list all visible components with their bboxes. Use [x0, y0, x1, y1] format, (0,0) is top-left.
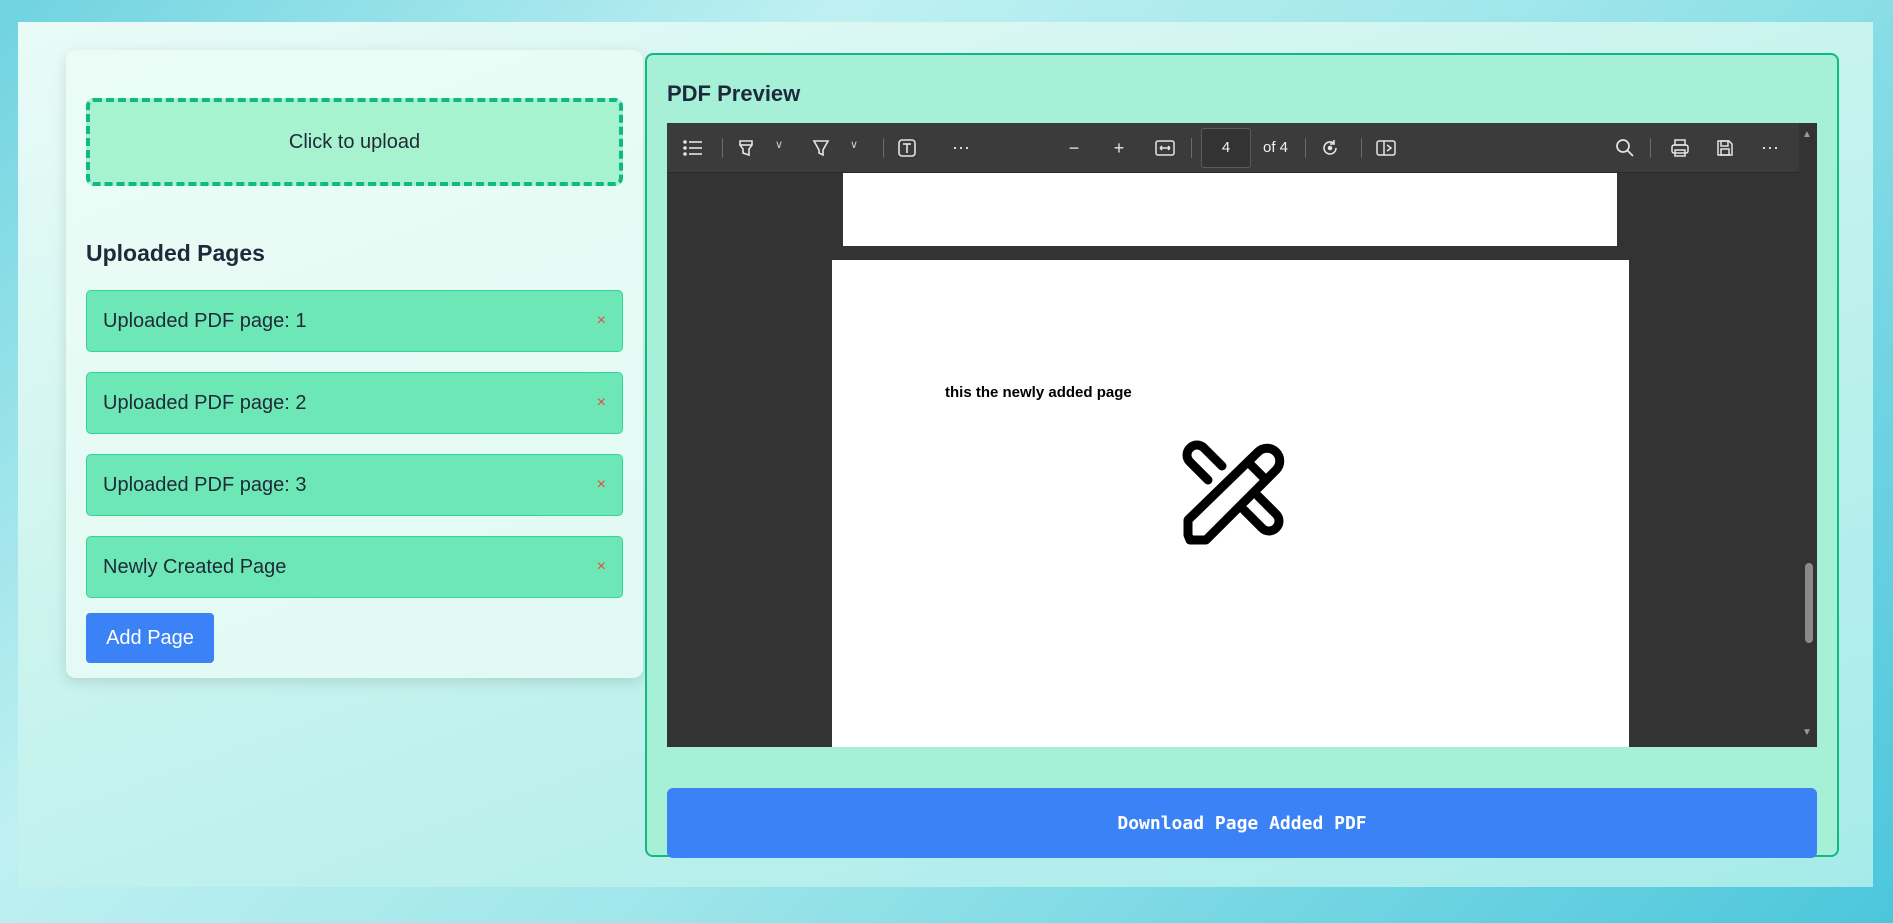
scroll-down-icon[interactable]: ▼	[1802, 727, 1812, 738]
two-page-view-icon[interactable]	[1374, 136, 1398, 160]
pdf-preview-panel: PDF Preview ∨ ∨ ⋯ − + 4 of 4 ⋯ this the …	[645, 53, 1839, 858]
search-icon[interactable]	[1613, 136, 1637, 160]
remove-page-icon[interactable]: ×	[597, 312, 606, 330]
more-tools-icon[interactable]: ⋯	[949, 136, 973, 160]
upload-panel: Click to upload Uploaded Pages Uploaded …	[66, 50, 643, 678]
viewer-scrollbar[interactable]: ▲ ▼	[1799, 123, 1817, 747]
remove-page-icon[interactable]: ×	[597, 394, 606, 412]
highlight-icon[interactable]	[734, 136, 758, 160]
toolbar-divider	[722, 138, 723, 158]
print-icon[interactable]	[1668, 136, 1692, 160]
page-number-input[interactable]: 4	[1201, 128, 1251, 168]
contents-icon[interactable]	[681, 136, 705, 160]
upload-label: Click to upload	[288, 130, 421, 153]
pdf-page-previous	[843, 173, 1617, 246]
page-item-label: Uploaded PDF page: 2	[103, 391, 307, 414]
preview-title: PDF Preview	[667, 81, 801, 106]
page-list-item[interactable]: Uploaded PDF page: 3 ×	[86, 454, 623, 516]
add-page-button[interactable]: Add Page	[86, 613, 214, 663]
page-item-label: Uploaded PDF page: 3	[103, 473, 307, 496]
remove-page-icon[interactable]: ×	[597, 476, 606, 494]
page-list-item[interactable]: Uploaded PDF page: 1 ×	[86, 290, 623, 352]
uploaded-pages-heading: Uploaded Pages	[86, 240, 265, 266]
page-list-item[interactable]: Newly Created Page ×	[86, 536, 623, 598]
pdf-toolbar: ∨ ∨ ⋯ − + 4 of 4 ⋯	[667, 123, 1799, 173]
pdf-viewer: ∨ ∨ ⋯ − + 4 of 4 ⋯ this the newly added …	[667, 123, 1817, 747]
text-icon[interactable]	[895, 136, 919, 160]
app-stage: Click to upload Uploaded Pages Uploaded …	[18, 22, 1873, 887]
upload-dropzone[interactable]: Click to upload	[86, 98, 623, 186]
save-icon[interactable]	[1713, 136, 1737, 160]
page-item-label: Uploaded PDF page: 1	[103, 309, 307, 332]
zoom-out-icon[interactable]: −	[1062, 136, 1086, 160]
zoom-in-icon[interactable]: +	[1107, 136, 1131, 160]
page-total: of 4	[1263, 139, 1289, 156]
chevron-down-icon[interactable]: ∨	[850, 138, 858, 151]
toolbar-divider	[1361, 138, 1362, 158]
remove-page-icon[interactable]: ×	[597, 558, 606, 576]
pencil-ruler-icon	[1182, 440, 1285, 545]
fit-page-icon[interactable]	[1153, 136, 1177, 160]
chevron-down-icon[interactable]: ∨	[775, 138, 783, 151]
scrollbar-thumb[interactable]	[1805, 563, 1813, 643]
toolbar-divider	[1305, 138, 1306, 158]
scroll-up-icon[interactable]: ▲	[1802, 129, 1812, 140]
pdf-page-current: this the newly added page	[832, 260, 1629, 747]
page-body-text: this the newly added page	[945, 384, 1132, 401]
toolbar-divider	[883, 138, 884, 158]
draw-icon[interactable]	[809, 136, 833, 160]
page-item-label: Newly Created Page	[103, 555, 287, 578]
rotate-icon[interactable]	[1318, 136, 1342, 160]
more-options-icon[interactable]: ⋯	[1758, 136, 1782, 160]
toolbar-divider	[1650, 138, 1651, 158]
toolbar-divider	[1191, 138, 1192, 158]
download-pdf-button[interactable]: Download Page Added PDF	[667, 788, 1817, 858]
page-list-item[interactable]: Uploaded PDF page: 2 ×	[86, 372, 623, 434]
